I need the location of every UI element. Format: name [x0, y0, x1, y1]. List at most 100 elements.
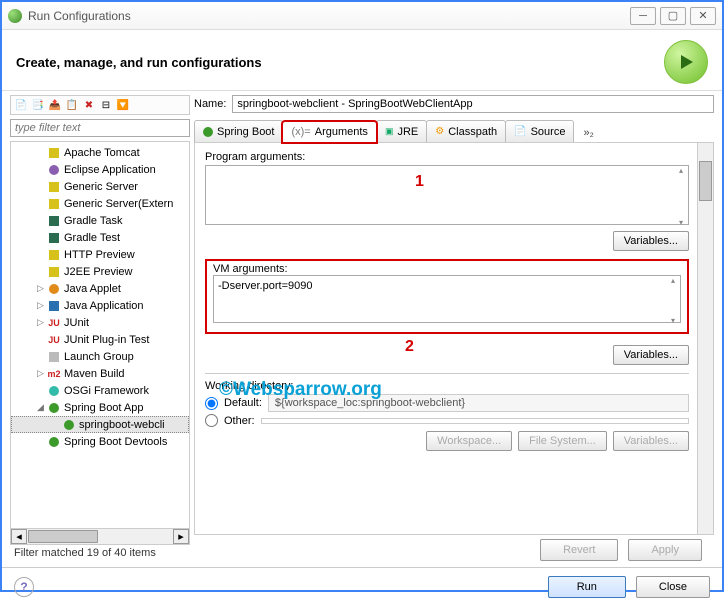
minimize-button[interactable]: ─ — [630, 7, 656, 25]
tree-item[interactable]: ▷Java Applet — [11, 280, 189, 297]
horizontal-scrollbar[interactable]: ◂▸ — [11, 528, 189, 544]
tree-item[interactable]: ◢Spring Boot App — [11, 399, 189, 416]
tree-item[interactable]: Gradle Test — [11, 229, 189, 246]
tree-item[interactable]: Generic Server — [11, 178, 189, 195]
java-icon — [47, 299, 61, 313]
junit-icon: JU — [47, 316, 61, 330]
tree-item[interactable]: JUJUnit Plug-in Test — [11, 331, 189, 348]
tree-item-label: springboot-webcli — [79, 419, 165, 431]
run-icon — [664, 40, 708, 84]
maven-icon: m2 — [47, 367, 61, 381]
vertical-scrollbar[interactable] — [697, 143, 713, 534]
config-toolbar: 📄 📑 📤 📋 ✖ ⊟ 🔽 — [10, 95, 190, 115]
tree-item-label: Spring Boot Devtools — [64, 436, 167, 448]
vm-args-textarea[interactable] — [213, 275, 681, 323]
tree-item[interactable]: HTTP Preview — [11, 246, 189, 263]
other-radio[interactable] — [205, 414, 218, 427]
tab-source[interactable]: 📄 Source — [505, 120, 574, 142]
tree-item[interactable]: J2EE Preview — [11, 263, 189, 280]
tree-item[interactable]: Eclipse Application — [11, 161, 189, 178]
program-args-label: Program arguments: — [205, 151, 689, 163]
annotation-1: 1 — [415, 173, 424, 191]
tree-item[interactable]: ▷JUJUnit — [11, 314, 189, 331]
gradle-icon — [47, 214, 61, 228]
vm-args-variables-button[interactable]: Variables... — [613, 345, 689, 365]
tree-item[interactable]: ▷Java Application — [11, 297, 189, 314]
server-icon — [47, 180, 61, 194]
tab-spring-boot[interactable]: Spring Boot — [194, 120, 283, 142]
tree-item-label: Gradle Test — [64, 232, 120, 244]
filter-input[interactable] — [10, 119, 190, 137]
config-name-input[interactable] — [232, 95, 714, 113]
workspace-button[interactable]: Workspace... — [426, 431, 512, 451]
tree-item-label: J2EE Preview — [64, 266, 132, 278]
apply-button[interactable]: Apply — [628, 539, 702, 561]
tree-item[interactable]: OSGi Framework — [11, 382, 189, 399]
server-icon — [47, 146, 61, 160]
filter-status: Filter matched 19 of 40 items — [10, 545, 190, 561]
filter-icon[interactable]: 🔽 — [116, 98, 130, 112]
filesystem-button[interactable]: File System... — [518, 431, 607, 451]
osgi-icon — [47, 384, 61, 398]
collapse-icon[interactable]: ⊟ — [99, 98, 113, 112]
tree-item-label: HTTP Preview — [64, 249, 135, 261]
tree-item-label: JUnit Plug-in Test — [64, 334, 149, 346]
vm-args-highlight-box: VM arguments: ▴▾ — [205, 259, 689, 334]
tree-item-label: Apache Tomcat — [64, 147, 140, 159]
tree-item-label: Generic Server(Extern — [64, 198, 173, 210]
delete-icon[interactable]: ✖ — [82, 98, 96, 112]
close-window-button[interactable]: ✕ — [690, 7, 716, 25]
other-label: Other: — [224, 415, 255, 427]
titlebar: Run Configurations ─ ▢ ✕ — [2, 2, 722, 30]
revert-button[interactable]: Revert — [540, 539, 618, 561]
workdir-variables-button[interactable]: Variables... — [613, 431, 689, 451]
tree-item-label: Eclipse Application — [64, 164, 156, 176]
header-title: Create, manage, and run configurations — [16, 55, 262, 70]
tree-item-label: Java Application — [64, 300, 144, 312]
window-title: Run Configurations — [28, 9, 630, 23]
program-args-variables-button[interactable]: Variables... — [613, 231, 689, 251]
tree-item[interactable]: Generic Server(Extern — [11, 195, 189, 212]
tree-item-label: Java Applet — [64, 283, 121, 295]
tree-item-label: Gradle Task — [64, 215, 123, 227]
tree-item-label: Maven Build — [64, 368, 125, 380]
app-icon — [8, 9, 22, 23]
close-button[interactable]: Close — [636, 576, 710, 598]
spring-icon — [47, 401, 61, 415]
vm-args-label: VM arguments: — [213, 263, 681, 275]
tree-item[interactable]: Spring Boot Devtools — [11, 433, 189, 450]
new-config-icon[interactable]: 📄 — [14, 98, 28, 112]
config-tree[interactable]: Apache Tomcat Eclipse Application Generic … — [10, 141, 190, 545]
spring-icon — [47, 435, 61, 449]
run-button[interactable]: Run — [548, 576, 626, 598]
tab-classpath[interactable]: ⚙ Classpath — [426, 120, 506, 142]
tab-arguments[interactable]: (x)= Arguments — [282, 121, 376, 143]
tab-jre[interactable]: ▣ JRE — [376, 120, 427, 142]
tabs-overflow[interactable]: »₂ — [577, 124, 599, 142]
maximize-button[interactable]: ▢ — [660, 7, 686, 25]
tree-item-label: Generic Server — [64, 181, 138, 193]
help-icon[interactable]: ? — [14, 577, 34, 597]
tree-item[interactable]: ▷m2Maven Build — [11, 365, 189, 382]
server-icon — [47, 197, 61, 211]
new-proto-icon[interactable]: 📑 — [31, 98, 45, 112]
junit-plugin-icon: JU — [47, 333, 61, 347]
export-icon[interactable]: 📤 — [48, 98, 62, 112]
server-icon — [47, 248, 61, 262]
java-applet-icon — [47, 282, 61, 296]
tree-item[interactable]: springboot-webcli — [11, 416, 189, 433]
duplicate-icon[interactable]: 📋 — [65, 98, 79, 112]
gradle-icon — [47, 231, 61, 245]
eclipse-icon — [47, 163, 61, 177]
tab-bar: Spring Boot(x)= Arguments▣ JRE⚙ Classpat… — [194, 117, 714, 143]
tree-item[interactable]: Launch Group — [11, 348, 189, 365]
tree-item[interactable]: Apache Tomcat — [11, 144, 189, 161]
program-args-textarea[interactable] — [205, 165, 689, 225]
other-workdir-value — [261, 418, 689, 424]
name-label: Name: — [194, 98, 226, 110]
tree-item[interactable]: Gradle Task — [11, 212, 189, 229]
tree-item-label: OSGi Framework — [64, 385, 149, 397]
default-radio[interactable] — [205, 397, 218, 410]
tree-item-label: JUnit — [64, 317, 89, 329]
annotation-2: 2 — [405, 338, 414, 356]
